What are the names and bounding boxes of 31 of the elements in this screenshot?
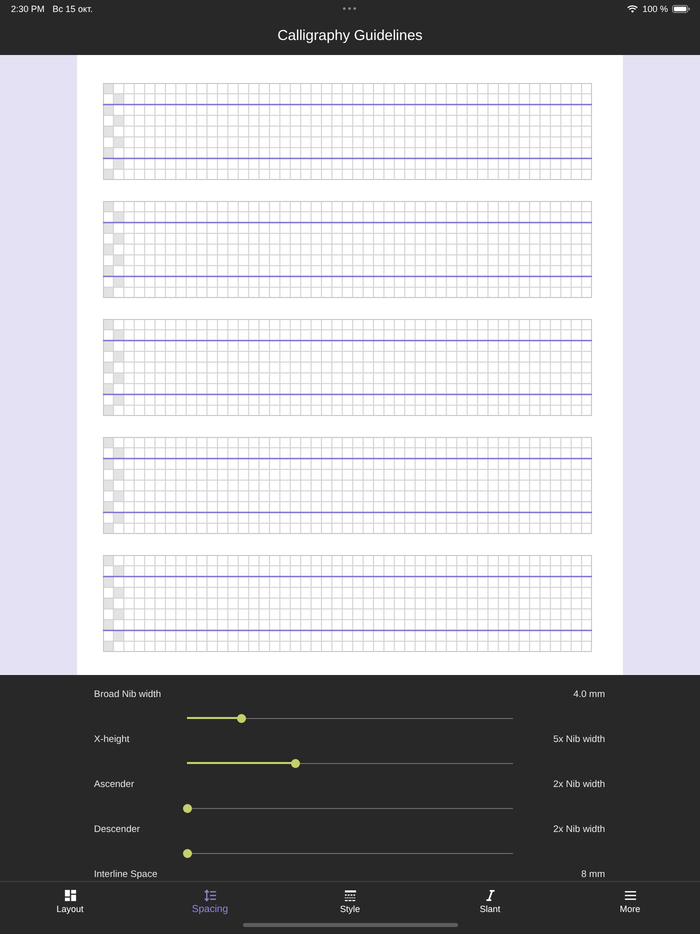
tab[interactable]: Spacing [140,882,280,915]
tab[interactable]: Layout [0,882,140,915]
setting-label: Broad Nib width [94,688,162,700]
setting-label: Descender [94,824,140,834]
dashed-lines-icon [344,889,356,902]
wifi-icon [627,4,638,12]
slider-thumb[interactable] [182,848,192,858]
italic-icon [484,889,496,902]
slider-thumb[interactable] [236,714,246,722]
tab[interactable]: More [560,882,700,915]
setting-value: 2x Nib width [553,778,605,790]
setting-value: 2x Nib width [553,824,605,834]
battery-icon [672,4,690,12]
battery-percent: 100 % [642,4,668,14]
menu-icon [624,889,636,902]
slider-thumb[interactable] [291,758,300,768]
tab[interactable]: Slant [420,882,560,915]
status-time: 2:30 PM [11,4,45,14]
status-date: Вс 15 окт. [52,4,93,14]
setting-value: 4.0 mm [573,688,605,700]
tab[interactable]: Style [280,882,420,915]
slider-thumb[interactable] [182,804,192,812]
setting-label: Ascender [94,778,134,790]
line-spacing-icon [204,889,216,902]
multitasking-dots-icon[interactable] [343,7,356,10]
grid-layout-icon [64,889,76,902]
screen-title: Calligraphy Guidelines [277,28,423,44]
setting-value: 5x Nib width [553,734,605,744]
setting-label: Interline Space [94,868,158,880]
setting-label: X-height [94,734,130,744]
setting-value: 8 mm [581,868,605,880]
